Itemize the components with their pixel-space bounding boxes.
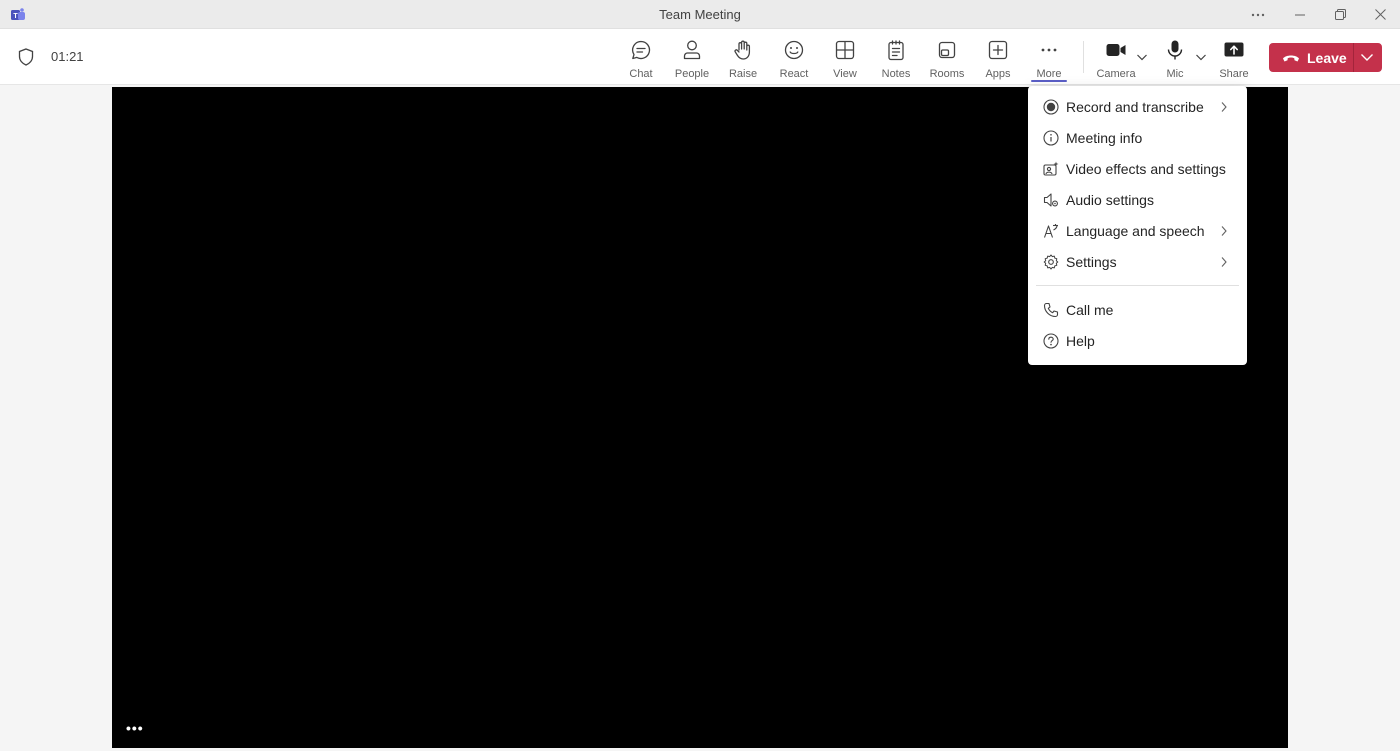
minimize-button[interactable] bbox=[1280, 0, 1320, 29]
chevron-right-icon bbox=[1221, 257, 1227, 267]
smiley-icon bbox=[784, 40, 804, 60]
notes-icon bbox=[888, 40, 904, 61]
view-button[interactable]: View bbox=[820, 29, 870, 85]
breakout-rooms-icon bbox=[938, 41, 956, 59]
people-icon bbox=[683, 40, 701, 60]
meeting-toolbar: 01:21 Chat People Raise React View Notes… bbox=[0, 29, 1400, 85]
gear-icon bbox=[1043, 254, 1059, 270]
shield-icon[interactable] bbox=[18, 48, 34, 66]
chat-label: Chat bbox=[629, 68, 653, 80]
menu-item-label: Help bbox=[1066, 333, 1095, 349]
raise-label: Raise bbox=[728, 68, 758, 80]
language-icon bbox=[1043, 224, 1058, 238]
video-effects-icon bbox=[1043, 161, 1059, 176]
meeting-timer: 01:21 bbox=[51, 49, 84, 64]
leave-button[interactable]: Leave bbox=[1269, 43, 1382, 72]
menu-item-meeting-info[interactable]: Meeting info bbox=[1028, 123, 1247, 153]
react-label: React bbox=[779, 68, 809, 80]
menu-item-audio-settings[interactable]: Audio settings bbox=[1028, 185, 1247, 215]
hang-up-phone-icon bbox=[1283, 55, 1299, 61]
restore-icon bbox=[1334, 9, 1346, 20]
leave-options-chevron-icon[interactable] bbox=[1360, 52, 1374, 62]
menu-item-label: Video effects and settings bbox=[1066, 161, 1226, 177]
minimize-icon bbox=[1295, 14, 1305, 15]
audio-settings-icon bbox=[1043, 193, 1058, 207]
apps-button[interactable]: Apps bbox=[973, 29, 1023, 85]
view-label: View bbox=[833, 68, 857, 80]
microphone-icon bbox=[1167, 40, 1183, 60]
menu-item-video-effects[interactable]: Video effects and settings bbox=[1028, 154, 1247, 184]
rooms-label: Rooms bbox=[929, 68, 965, 80]
menu-item-help[interactable]: Help bbox=[1028, 326, 1247, 356]
ellipsis-icon bbox=[1041, 48, 1057, 52]
rooms-button[interactable]: Rooms bbox=[922, 29, 972, 85]
hand-icon bbox=[734, 40, 751, 60]
people-label: People bbox=[674, 68, 710, 80]
menu-item-label: Meeting info bbox=[1066, 130, 1143, 146]
camera-label: Camera bbox=[1096, 68, 1136, 80]
leave-label: Leave bbox=[1307, 49, 1347, 66]
phone-icon bbox=[1043, 302, 1059, 318]
add-app-icon bbox=[988, 40, 1008, 60]
chevron-right-icon bbox=[1221, 226, 1227, 236]
close-button[interactable] bbox=[1360, 0, 1400, 29]
close-icon bbox=[1374, 9, 1386, 20]
toolbar-divider bbox=[1083, 41, 1084, 73]
mic-label: Mic bbox=[1166, 68, 1184, 80]
camera-options-chevron-icon[interactable] bbox=[1136, 52, 1148, 62]
camera-button[interactable]: Camera bbox=[1091, 29, 1141, 85]
menu-item-label: Language and speech bbox=[1066, 223, 1205, 239]
share-label: Share bbox=[1219, 68, 1249, 80]
chat-button[interactable]: Chat bbox=[616, 29, 666, 85]
help-icon bbox=[1043, 333, 1059, 349]
ellipsis-icon bbox=[1251, 13, 1265, 16]
menu-item-label: Audio settings bbox=[1066, 192, 1154, 208]
restore-button[interactable] bbox=[1320, 0, 1360, 29]
leave-split-divider bbox=[1353, 43, 1354, 72]
mic-button[interactable]: Mic bbox=[1150, 29, 1200, 85]
menu-item-label: Call me bbox=[1066, 302, 1114, 318]
record-icon bbox=[1043, 99, 1059, 115]
chat-icon bbox=[632, 40, 651, 60]
menu-divider bbox=[1036, 285, 1239, 286]
apps-label: Apps bbox=[985, 68, 1011, 80]
notes-button[interactable]: Notes bbox=[871, 29, 921, 85]
participant-options-ellipsis-icon[interactable]: ••• bbox=[126, 720, 144, 736]
video-camera-icon bbox=[1106, 44, 1126, 56]
menu-item-label: Record and transcribe bbox=[1066, 99, 1204, 115]
menu-item-record-and-transcribe[interactable]: Record and transcribe bbox=[1028, 92, 1247, 122]
notes-label: Notes bbox=[881, 68, 911, 80]
info-icon bbox=[1043, 130, 1059, 146]
people-button[interactable]: People bbox=[667, 29, 717, 85]
menu-item-settings[interactable]: Settings bbox=[1028, 247, 1247, 277]
more-menu: Record and transcribe Meeting info Video… bbox=[1028, 86, 1247, 365]
react-button[interactable]: React bbox=[769, 29, 819, 85]
more-label: More bbox=[1036, 68, 1062, 80]
window-more-options-button[interactable] bbox=[1238, 0, 1278, 29]
menu-item-label: Settings bbox=[1066, 254, 1117, 270]
menu-item-call-me[interactable]: Call me bbox=[1028, 295, 1247, 325]
grid-view-icon bbox=[835, 40, 855, 60]
raise-hand-button[interactable]: Raise bbox=[718, 29, 768, 85]
mic-options-chevron-icon[interactable] bbox=[1195, 52, 1207, 62]
share-screen-icon bbox=[1224, 42, 1244, 57]
chevron-right-icon bbox=[1221, 102, 1227, 112]
menu-item-language-and-speech[interactable]: Language and speech bbox=[1028, 216, 1247, 246]
title-bar: T Team Meeting bbox=[0, 0, 1400, 29]
more-button[interactable]: More bbox=[1024, 29, 1074, 85]
share-button[interactable]: Share bbox=[1209, 29, 1259, 85]
window-title: Team Meeting bbox=[659, 7, 741, 22]
